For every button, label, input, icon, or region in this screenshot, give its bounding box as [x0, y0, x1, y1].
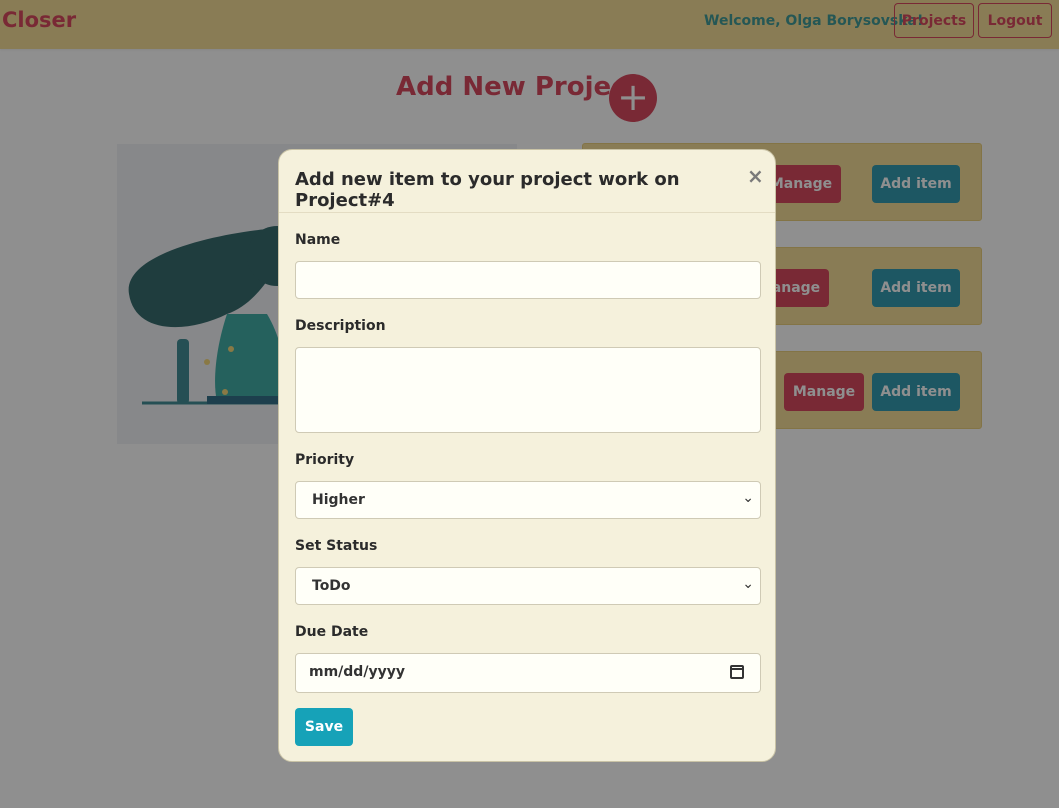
- due-date-input[interactable]: mm/dd/yyyy: [295, 653, 761, 693]
- status-label: Set Status: [295, 538, 378, 554]
- description-textarea[interactable]: [295, 347, 761, 433]
- due-date-label: Due Date: [295, 624, 369, 640]
- modal-title: Add new item to your project work on Pro…: [295, 169, 680, 211]
- chevron-down-icon: ⌄: [742, 576, 754, 592]
- save-button[interactable]: Save: [295, 708, 353, 746]
- name-label: Name: [295, 232, 341, 248]
- status-select[interactable]: ToDo ⌄: [295, 567, 761, 605]
- add-item-modal: Add new item to your project work on Pro…: [278, 149, 776, 762]
- due-date-placeholder: mm/dd/yyyy: [309, 664, 405, 680]
- description-label: Description: [295, 318, 386, 334]
- calendar-icon[interactable]: [730, 665, 744, 679]
- status-selected-value: ToDo: [312, 578, 351, 594]
- chevron-down-icon: ⌄: [742, 490, 754, 506]
- priority-select[interactable]: Higher ⌄: [295, 481, 761, 519]
- priority-selected-value: Higher: [312, 492, 365, 508]
- priority-label: Priority: [295, 452, 355, 468]
- close-icon[interactable]: ×: [747, 164, 764, 188]
- name-input[interactable]: [295, 261, 761, 299]
- modal-header: Add new item to your project work on Pro…: [279, 150, 775, 213]
